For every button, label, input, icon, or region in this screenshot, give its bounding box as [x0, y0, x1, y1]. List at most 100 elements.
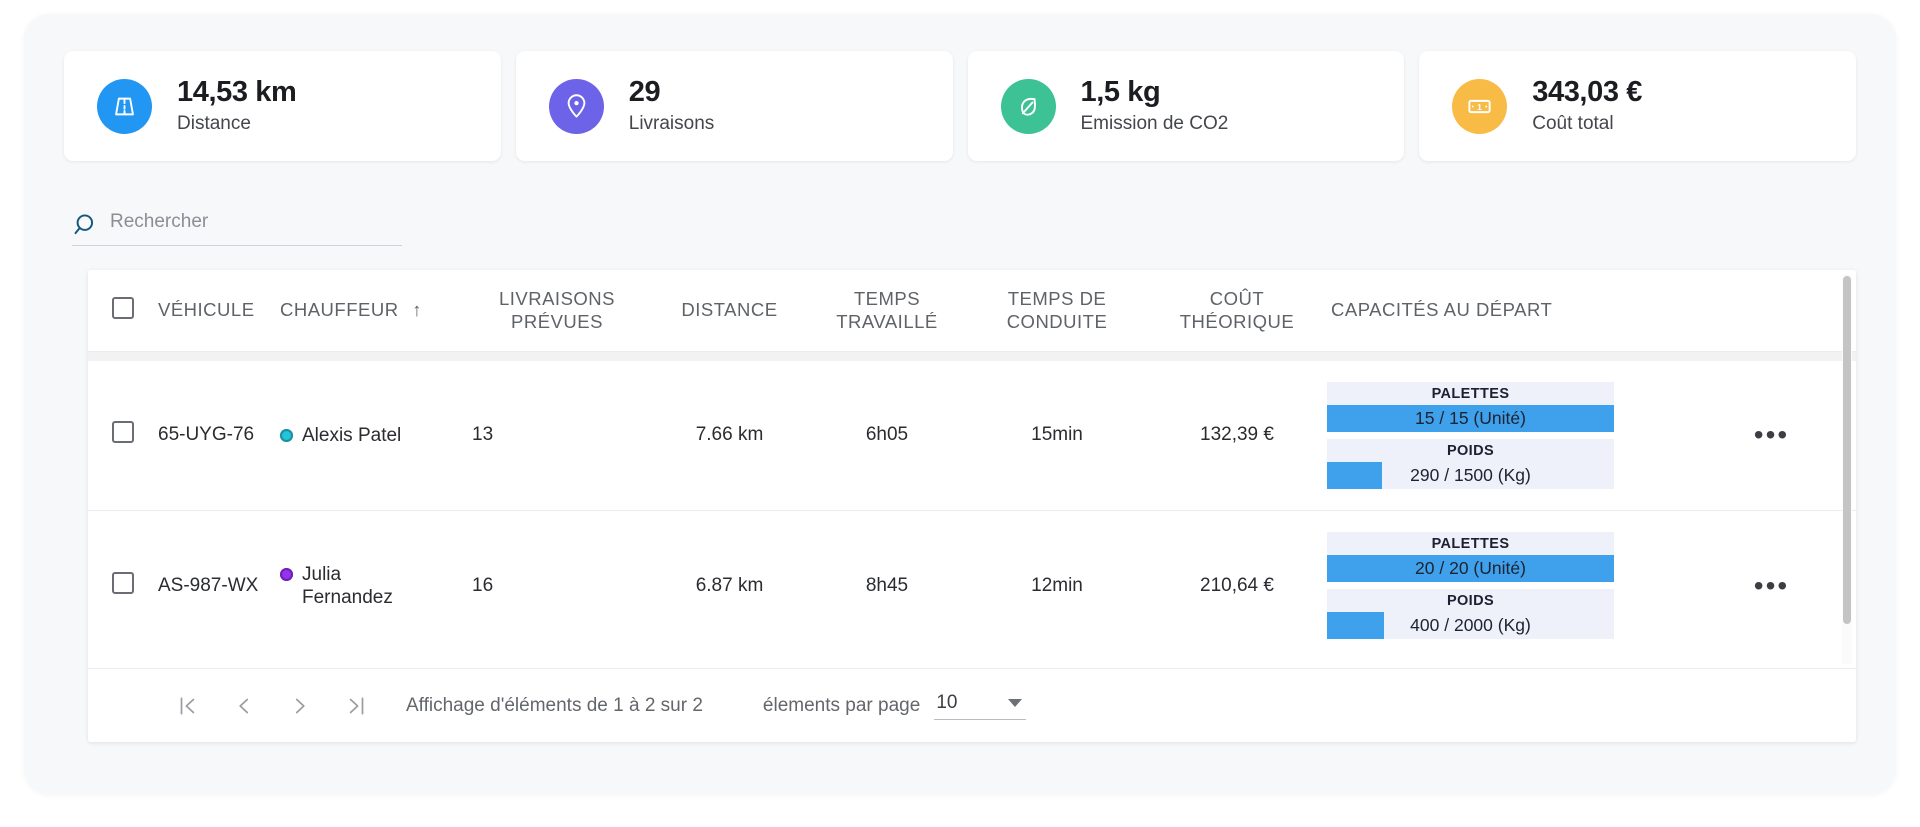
cell-cout: 210,64 € [1147, 511, 1327, 661]
table-scroll-area: VÉHICULE CHAUFFEUR ↑ LIVRAISONS PRÉVUES … [88, 270, 1856, 668]
column-header-line2: PRÉVUES [462, 311, 652, 334]
capacity-title: POIDS [1327, 439, 1614, 462]
column-header-line1: COÛT [1147, 288, 1327, 311]
kpi-label: Emission de CO2 [1081, 113, 1229, 136]
pagination-range-text: Affichage d'éléments de 1 à 2 sur 2 [406, 695, 703, 717]
capacity-bar-label: 20 / 20 (Unité) [1327, 555, 1614, 582]
row-more-menu-button[interactable]: ••• [1687, 572, 1856, 600]
banknote-icon-badge: 1 [1452, 79, 1507, 134]
column-header-vehicule[interactable]: VÉHICULE [158, 270, 280, 352]
column-header-temps-travaille[interactable]: TEMPS TRAVAILLÉ [807, 270, 967, 352]
column-header-temps-conduite[interactable]: TEMPS DE CONDUITE [967, 270, 1147, 352]
paginator: Affichage d'éléments de 1 à 2 sur 2 élem… [88, 668, 1856, 742]
last-page-icon [343, 693, 369, 719]
last-page-button[interactable] [328, 686, 384, 726]
first-page-icon [175, 693, 201, 719]
header-divider [88, 352, 1856, 361]
svg-text:1: 1 [1477, 102, 1482, 112]
column-header-distance[interactable]: DISTANCE [652, 270, 807, 352]
driver-name: Julia Fernandez [302, 563, 412, 609]
kpi-card-cout: 1 343,03 € Coût total [1419, 51, 1856, 161]
capacity-bar: 290 / 1500 (Kg) [1327, 462, 1614, 489]
table-scrollbar-thumb[interactable] [1843, 276, 1851, 624]
table-row[interactable]: AS-987-WX Julia Fernandez 16 6.87 km 8h4… [88, 511, 1856, 661]
capacity-bar-label: 400 / 2000 (Kg) [1327, 612, 1614, 639]
cell-actions[interactable]: ••• [1687, 511, 1856, 661]
items-per-page-select[interactable]: 10 [934, 692, 1026, 720]
cell-cout: 132,39 € [1147, 361, 1327, 511]
map-pin-icon [563, 93, 590, 120]
row-more-menu-button[interactable]: ••• [1687, 421, 1856, 449]
capacity-bar: 15 / 15 (Unité) [1327, 405, 1614, 432]
kpi-label: Livraisons [629, 113, 715, 136]
select-all-header[interactable] [88, 270, 158, 352]
column-header-livraisons-prevues[interactable]: LIVRAISONS PRÉVUES [462, 270, 652, 352]
row-select-cell[interactable] [88, 361, 158, 511]
cell-distance: 6.87 km [652, 511, 807, 661]
column-header-line2: TRAVAILLÉ [807, 311, 967, 334]
table-row[interactable]: 65-UYG-76 Alexis Patel 13 7.66 km 6h05 1… [88, 361, 1856, 511]
capacity-stack: PALETTES 20 / 20 (Unité) POIDS [1327, 532, 1614, 639]
column-header-cout-theorique[interactable]: COÛT THÉORIQUE [1147, 270, 1327, 352]
cell-vehicule: AS-987-WX [158, 511, 280, 661]
column-header-capacites[interactable]: CAPACITÉS AU DÉPART [1327, 270, 1687, 352]
driver-info: Julia Fernandez [280, 563, 462, 609]
capacity-bar: 20 / 20 (Unité) [1327, 555, 1614, 582]
kpi-card-livraisons: 29 Livraisons [516, 51, 953, 161]
driver-color-dot [280, 429, 293, 442]
capacity-group-poids: POIDS 400 / 2000 (Kg) [1327, 589, 1614, 639]
search-icon[interactable] [72, 211, 100, 239]
capacity-title: PALETTES [1327, 382, 1614, 405]
road-icon-badge [97, 79, 152, 134]
search-bar[interactable] [72, 204, 402, 246]
items-per-page-label: élements par page [763, 695, 920, 717]
previous-page-button[interactable] [216, 686, 272, 726]
search-input[interactable] [110, 211, 402, 239]
row-checkbox[interactable] [112, 572, 134, 594]
road-icon [111, 93, 138, 120]
capacity-bar-label: 15 / 15 (Unité) [1327, 405, 1614, 432]
sort-ascending-icon[interactable]: ↑ [412, 299, 422, 320]
app-shell: 14,53 km Distance 29 Livraisons [24, 14, 1896, 794]
chevron-down-icon[interactable] [1008, 699, 1022, 707]
kpi-label: Coût total [1532, 113, 1642, 136]
leaf-icon [1015, 93, 1042, 120]
cell-capacites: PALETTES 15 / 15 (Unité) POIDS [1327, 361, 1687, 511]
cell-distance: 7.66 km [652, 361, 807, 511]
cell-chauffeur: Alexis Patel [280, 361, 462, 511]
table-head: VÉHICULE CHAUFFEUR ↑ LIVRAISONS PRÉVUES … [88, 270, 1856, 352]
row-checkbox[interactable] [112, 421, 134, 443]
cell-temps-conduite: 12min [967, 511, 1147, 661]
column-header-chauffeur[interactable]: CHAUFFEUR ↑ [280, 270, 462, 352]
capacity-group-palettes: PALETTES 15 / 15 (Unité) [1327, 382, 1614, 432]
kpi-card-distance: 14,53 km Distance [64, 51, 501, 161]
capacity-title: POIDS [1327, 589, 1614, 612]
column-header-line1: TEMPS [807, 288, 967, 311]
vehicles-table: VÉHICULE CHAUFFEUR ↑ LIVRAISONS PRÉVUES … [88, 270, 1856, 661]
column-header-line1: TEMPS DE [967, 288, 1147, 311]
capacity-title: PALETTES [1327, 532, 1614, 555]
next-page-button[interactable] [272, 686, 328, 726]
kpi-label: Distance [177, 113, 296, 136]
select-all-checkbox[interactable] [112, 297, 134, 319]
cell-livraisons: 16 [462, 511, 652, 661]
kpi-row: 14,53 km Distance 29 Livraisons [64, 51, 1856, 161]
vehicles-table-card: VÉHICULE CHAUFFEUR ↑ LIVRAISONS PRÉVUES … [88, 270, 1856, 742]
cell-temps-travaille: 6h05 [807, 361, 967, 511]
cell-capacites: PALETTES 20 / 20 (Unité) POIDS [1327, 511, 1687, 661]
column-header-line2: CONDUITE [967, 311, 1147, 334]
first-page-button[interactable] [160, 686, 216, 726]
kpi-value: 1,5 kg [1081, 76, 1229, 109]
cell-temps-conduite: 15min [967, 361, 1147, 511]
table-vertical-scrollbar[interactable] [1842, 274, 1852, 664]
column-header-chauffeur-label: CHAUFFEUR [280, 299, 399, 320]
cell-chauffeur: Julia Fernandez [280, 511, 462, 661]
kpi-value: 14,53 km [177, 76, 296, 109]
capacity-group-poids: POIDS 290 / 1500 (Kg) [1327, 439, 1614, 489]
driver-name: Alexis Patel [302, 424, 401, 447]
column-header-line1: LIVRAISONS [462, 288, 652, 311]
cell-actions[interactable]: ••• [1687, 361, 1856, 511]
row-select-cell[interactable] [88, 511, 158, 661]
capacity-bar: 400 / 2000 (Kg) [1327, 612, 1614, 639]
driver-info: Alexis Patel [280, 424, 462, 447]
